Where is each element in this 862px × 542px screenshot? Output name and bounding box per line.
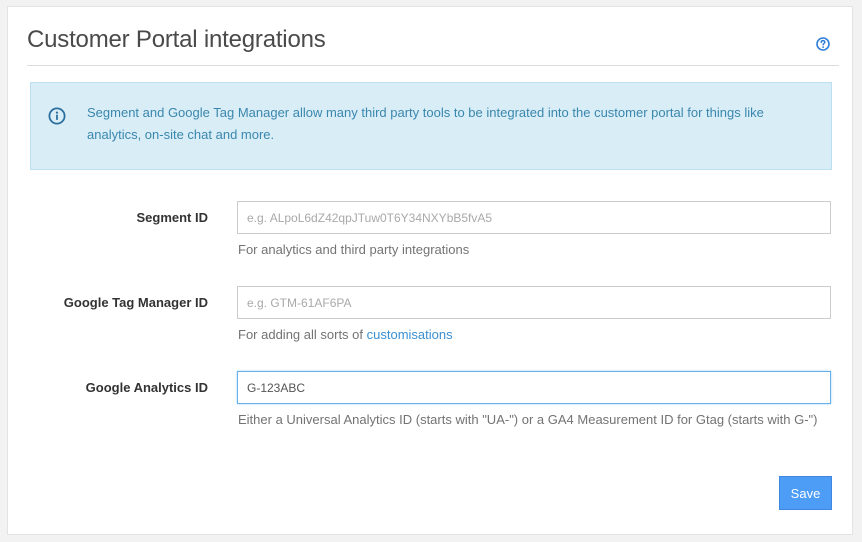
page-title: Customer Portal integrations bbox=[27, 26, 326, 53]
alert-text: Segment and Google Tag Manager allow man… bbox=[87, 105, 764, 142]
info-circle-icon bbox=[48, 107, 66, 125]
ga-id-input[interactable] bbox=[237, 371, 831, 404]
gtm-id-label: Google Tag Manager ID bbox=[63, 295, 208, 310]
gtm-id-input[interactable] bbox=[237, 286, 831, 319]
ga-id-help: Either a Universal Analytics ID (starts … bbox=[238, 412, 818, 427]
customisations-link[interactable]: customisations bbox=[367, 327, 453, 342]
info-alert: Segment and Google Tag Manager allow man… bbox=[30, 82, 832, 170]
segment-id-input[interactable] bbox=[237, 201, 831, 234]
segment-id-label: Segment ID bbox=[136, 210, 208, 225]
integrations-panel: Customer Portal integrations Segment and… bbox=[7, 6, 853, 535]
gtm-help-prefix: For adding all sorts of bbox=[238, 327, 367, 342]
title-divider bbox=[27, 65, 839, 66]
question-circle-icon[interactable] bbox=[816, 37, 830, 51]
ga-id-label: Google Analytics ID bbox=[85, 380, 208, 395]
segment-id-help: For analytics and third party integratio… bbox=[238, 242, 470, 257]
save-button[interactable]: Save bbox=[779, 476, 832, 510]
gtm-id-help: For adding all sorts of customisations bbox=[238, 327, 453, 342]
